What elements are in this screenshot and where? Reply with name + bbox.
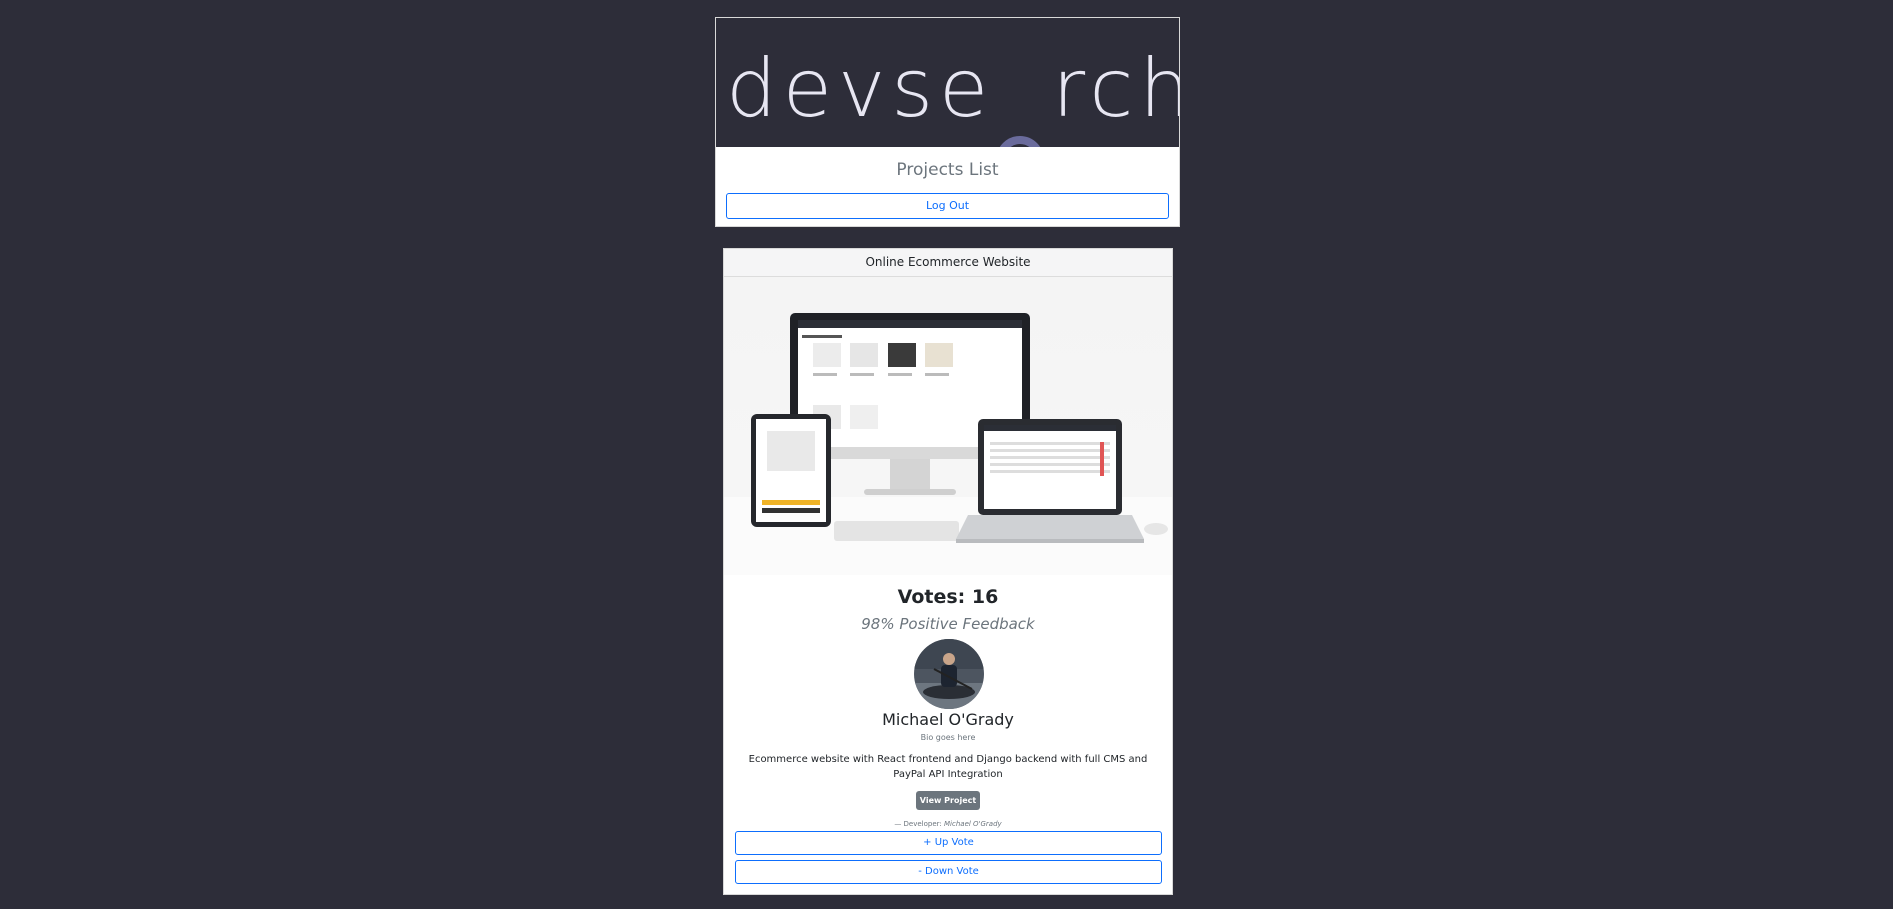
project-devices-illustration bbox=[724, 313, 1172, 575]
header-card: devse rch Projects List Log Out bbox=[715, 17, 1180, 227]
developer-bio: Bio goes here bbox=[920, 733, 976, 742]
logo: devse rch bbox=[716, 18, 1179, 147]
credit-prefix: — Developer: bbox=[894, 820, 942, 828]
credit-name: Michael O'Grady bbox=[944, 820, 1002, 828]
page-title: Projects List bbox=[896, 160, 999, 180]
logout-button[interactable]: Log Out bbox=[726, 193, 1169, 219]
project-card: Online Ecommerce Website Votes: 16 98% P… bbox=[723, 248, 1173, 895]
positive-feedback: 98% Positive Feedback bbox=[861, 615, 1035, 633]
logo-text-start: devse bbox=[726, 42, 995, 135]
project-title: Online Ecommerce Website bbox=[724, 249, 1172, 277]
avatar bbox=[914, 639, 984, 709]
developer-credit: — Developer: Michael O'Grady bbox=[724, 820, 1172, 828]
logo-text-end: rch bbox=[1052, 42, 1179, 135]
up-vote-button[interactable]: + Up Vote bbox=[735, 831, 1162, 855]
down-vote-button[interactable]: - Down Vote bbox=[735, 860, 1162, 884]
logo-wordmark: devse rch bbox=[726, 42, 1179, 147]
project-description: Ecommerce website with React frontend an… bbox=[748, 754, 1148, 780]
votes-count: Votes: 16 bbox=[897, 586, 999, 608]
developer-name: Michael O'Grady bbox=[882, 710, 1014, 729]
view-project-button[interactable]: View Project » bbox=[916, 791, 980, 824]
magnifier-person-icon bbox=[1000, 136, 1041, 147]
project-image bbox=[724, 277, 1172, 575]
